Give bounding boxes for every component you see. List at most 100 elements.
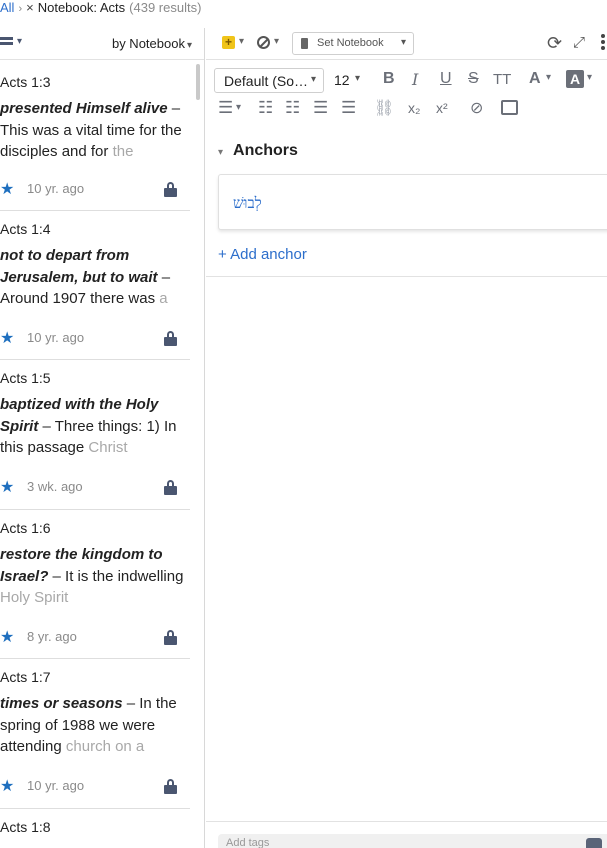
note-editor-panel: + ▾ ▾ Set Notebook ▾ ⟳ ⤢ Default (So… ▾ … bbox=[206, 28, 607, 848]
note-title: not to depart from Jerusalem, but to wai… bbox=[0, 247, 158, 286]
strikethrough-button[interactable]: S bbox=[468, 70, 479, 88]
text-case-button[interactable]: TT bbox=[493, 71, 511, 88]
clear-format-icon[interactable] bbox=[257, 36, 270, 49]
chevron-down-icon[interactable]: ▾ bbox=[236, 102, 241, 113]
font-family-select[interactable]: Default (So… ▾ bbox=[214, 68, 324, 93]
format-toolbar-row-2: ☰ ▾ ☷ ☷ ☰ ☰ ⛓ x₂ x² ⊘ bbox=[206, 96, 607, 122]
note-title: times or seasons bbox=[0, 695, 123, 712]
chevron-down-icon[interactable]: ▾ bbox=[587, 72, 592, 83]
anchor-text[interactable]: לְבוּשׁ bbox=[233, 194, 262, 213]
tags-input[interactable]: Add tags bbox=[218, 834, 607, 848]
font-color-button[interactable]: A bbox=[529, 70, 541, 88]
note-reference: Acts 1:3 bbox=[0, 74, 51, 90]
list-item[interactable]: Acts 1:7 times or seasons – In the sprin… bbox=[0, 659, 190, 809]
list-item[interactable]: Acts 1:5 baptized with the Holy Spirit –… bbox=[0, 360, 190, 510]
anchors-section-header[interactable]: ▾ Anchors bbox=[218, 142, 298, 160]
clear-formatting-icon[interactable]: ⊘ bbox=[470, 98, 483, 118]
list-scrollbar[interactable] bbox=[196, 64, 200, 100]
anchors-heading: Anchors bbox=[233, 142, 298, 159]
chevron-down-icon[interactable]: ▾ bbox=[546, 72, 551, 83]
breadcrumb: All › × Notebook: Acts (439 results) bbox=[0, 0, 201, 16]
note-reference: Acts 1:8 bbox=[0, 819, 51, 835]
font-family-value: Default (So… bbox=[224, 73, 309, 89]
italic-button[interactable]: I bbox=[412, 70, 418, 89]
note-meta: ★ 8 yr. ago bbox=[0, 627, 190, 647]
note-preview: not to depart from Jerusalem, but to wai… bbox=[0, 245, 186, 310]
list-item[interactable]: Acts 1:3 presented Himself alive – This … bbox=[0, 64, 190, 211]
note-reference: Acts 1:5 bbox=[0, 370, 51, 386]
add-anchor-link[interactable]: + Add anchor bbox=[218, 246, 307, 263]
chevron-down-icon: ▾ bbox=[186, 40, 192, 51]
chevron-down-icon[interactable]: ▾ bbox=[239, 36, 244, 47]
note-preview: baptized with the Holy Spirit – Three th… bbox=[0, 394, 186, 459]
tag-icon[interactable] bbox=[586, 838, 602, 848]
list-item[interactable]: Acts 1:6 restore the kingdom to Israel? … bbox=[0, 510, 190, 659]
lock-icon bbox=[164, 331, 177, 346]
note-text-fade: a bbox=[159, 290, 168, 308]
note-preview: times or seasons – In the spring of 1988… bbox=[0, 693, 186, 758]
note-meta: ★ 10 yr. ago bbox=[0, 179, 190, 199]
note-age: 10 yr. ago bbox=[27, 181, 85, 196]
note-text-fade: church on a bbox=[65, 738, 145, 756]
chevron-down-icon: ▾ bbox=[355, 73, 361, 84]
sync-icon[interactable]: ⟳ bbox=[547, 33, 562, 54]
note-text-fade: the bbox=[112, 143, 134, 161]
star-icon[interactable]: ★ bbox=[0, 627, 14, 647]
chevron-down-icon[interactable]: ▾ bbox=[274, 36, 279, 47]
underline-button[interactable]: U bbox=[440, 70, 452, 88]
view-mode-button[interactable]: ▾ bbox=[0, 36, 28, 52]
star-icon[interactable]: ★ bbox=[0, 328, 14, 348]
lock-icon bbox=[164, 779, 177, 794]
star-icon[interactable]: ★ bbox=[0, 776, 14, 796]
font-size-value: 12 bbox=[334, 72, 350, 88]
image-icon[interactable] bbox=[501, 100, 518, 115]
note-preview: restore the kingdom to Israel? – It is t… bbox=[0, 544, 186, 609]
subscript-button[interactable]: x₂ bbox=[408, 100, 420, 116]
note-title: presented Himself alive bbox=[0, 100, 168, 117]
note-reference: Acts 1:4 bbox=[0, 221, 51, 237]
close-filter-icon[interactable]: × bbox=[26, 0, 34, 15]
set-notebook-button[interactable]: Set Notebook ▾ bbox=[292, 32, 414, 55]
sort-label: by Notebook bbox=[111, 36, 185, 51]
note-text-fade: Holy Spirit bbox=[0, 589, 69, 607]
bullet-list-icon[interactable]: ☷ bbox=[258, 98, 273, 118]
superscript-button[interactable]: x² bbox=[436, 100, 448, 116]
editor-top-toolbar: + ▾ ▾ Set Notebook ▾ ⟳ ⤢ bbox=[206, 28, 607, 60]
align-icon[interactable]: ☰ bbox=[218, 98, 233, 118]
more-options-icon[interactable] bbox=[601, 34, 605, 54]
outdent-icon[interactable]: ☰ bbox=[313, 98, 328, 118]
breadcrumb-all-link[interactable]: All bbox=[0, 0, 14, 15]
expand-icon[interactable]: ⤢ bbox=[573, 34, 585, 51]
bold-button[interactable]: B bbox=[383, 70, 395, 88]
note-text: – It is the indwelling bbox=[48, 567, 184, 585]
anchor-card[interactable]: לְבוּשׁ bbox=[218, 174, 607, 230]
list-item[interactable]: Acts 1:4 not to depart from Jerusalem, b… bbox=[0, 211, 190, 360]
list-header: ▾ by Notebook ▾ bbox=[0, 28, 204, 60]
note-meta: ★ 10 yr. ago bbox=[0, 328, 190, 348]
breadcrumb-title: Notebook: Acts bbox=[37, 0, 126, 15]
chevron-down-icon: ▾ bbox=[17, 36, 23, 47]
sort-dropdown[interactable]: by Notebook ▾ bbox=[112, 36, 192, 51]
result-count: (439 results) bbox=[129, 0, 202, 15]
note-age: 3 wk. ago bbox=[27, 479, 83, 494]
note-meta: ★ 10 yr. ago bbox=[0, 776, 190, 796]
section-divider bbox=[206, 276, 607, 277]
indent-icon[interactable]: ☰ bbox=[341, 98, 356, 118]
list-item[interactable]: Acts 1:8 bbox=[0, 809, 190, 848]
lock-icon bbox=[164, 182, 177, 197]
chevron-down-icon: ▾ bbox=[218, 147, 224, 158]
lock-icon bbox=[164, 630, 177, 645]
link-icon[interactable]: ⛓ bbox=[374, 98, 394, 118]
note-meta: ★ 3 wk. ago bbox=[0, 477, 190, 497]
note-age: 8 yr. ago bbox=[27, 629, 77, 644]
add-note-icon[interactable]: + bbox=[222, 36, 235, 49]
note-age: 10 yr. ago bbox=[27, 330, 85, 345]
set-notebook-label: Set Notebook bbox=[317, 37, 384, 49]
note-text-fade: Christ bbox=[88, 439, 128, 457]
breadcrumb-separator: › bbox=[18, 3, 23, 15]
star-icon[interactable]: ★ bbox=[0, 179, 14, 199]
numbered-list-icon[interactable]: ☷ bbox=[285, 98, 300, 118]
star-icon[interactable]: ★ bbox=[0, 477, 14, 497]
highlight-color-button[interactable]: A bbox=[566, 70, 584, 88]
font-size-select[interactable]: 12 ▾ bbox=[333, 68, 369, 93]
